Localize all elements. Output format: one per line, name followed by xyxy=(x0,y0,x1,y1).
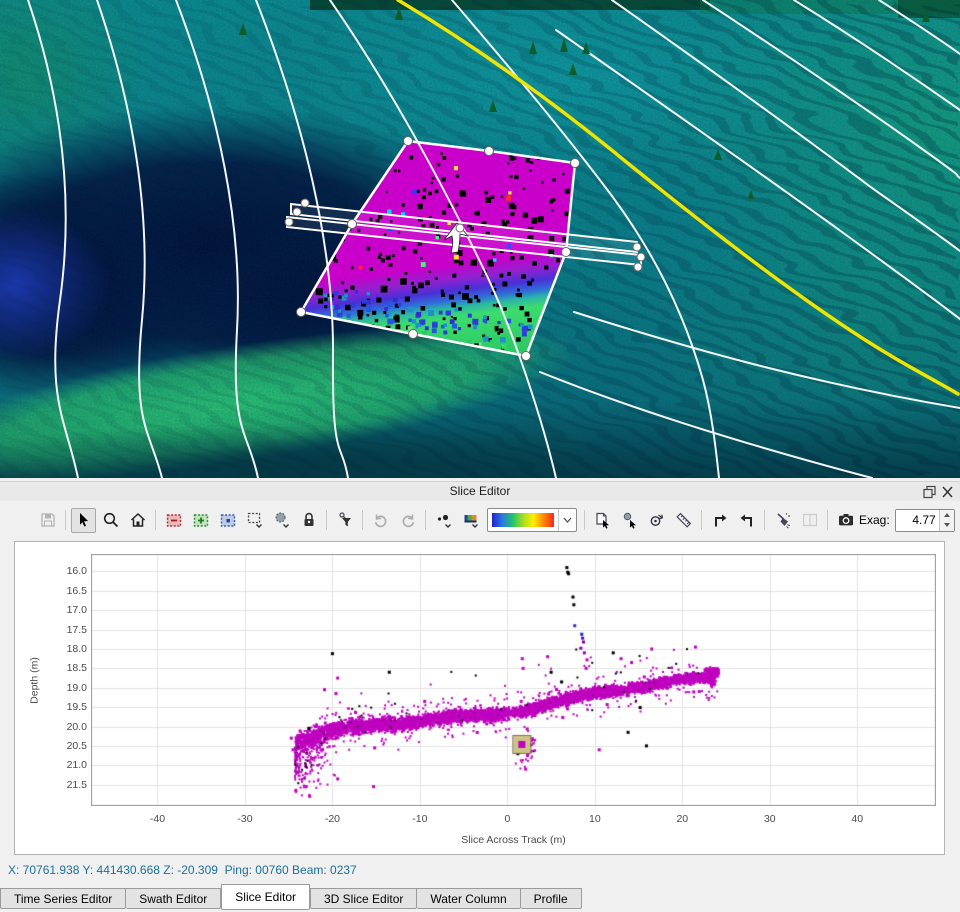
application-window: Slice Editor xyxy=(0,0,960,912)
tab-slice-editor[interactable]: Slice Editor xyxy=(221,884,310,910)
y-tick-label: 17.0 xyxy=(45,604,87,616)
x-tick-label: -10 xyxy=(400,813,440,825)
x-tick-label: 30 xyxy=(750,813,790,825)
color-by-icon[interactable] xyxy=(458,508,483,533)
lock-icon[interactable] xyxy=(296,508,321,533)
slice-plot-panel: 16.0 16.5 17.0 17.5 18.0 18.5 19.0 19.5 20.0 20.5… xyxy=(14,541,945,855)
tab-3d-slice-editor[interactable]: 3D Slice Editor xyxy=(310,888,417,909)
y-tick-label: 18.0 xyxy=(45,643,87,655)
x-tick-label: -30 xyxy=(225,813,265,825)
close-icon[interactable] xyxy=(939,484,956,500)
x-tick-label: -20 xyxy=(312,813,352,825)
measure-icon[interactable] xyxy=(671,508,696,533)
save-icon[interactable] xyxy=(35,508,60,533)
lasso-select-icon[interactable] xyxy=(269,508,294,533)
zoom-icon[interactable] xyxy=(98,508,123,533)
x-axis-title: Slice Across Track (m) xyxy=(91,834,936,846)
exag-input[interactable] xyxy=(896,510,939,531)
undo-icon[interactable] xyxy=(368,508,393,533)
y-tick-label: 17.5 xyxy=(45,624,87,636)
y-tick-label: 21.5 xyxy=(45,779,87,791)
colormap-dropdown-arrow[interactable] xyxy=(558,509,576,531)
bathymetry-3d-scene xyxy=(0,0,960,478)
accept-inside-icon[interactable] xyxy=(188,508,213,533)
tab-time-series-editor[interactable]: Time Series Editor xyxy=(0,888,126,909)
x-tick-label: 20 xyxy=(662,813,702,825)
x-tick-label: -40 xyxy=(137,813,177,825)
tab-swath-editor[interactable]: Swath Editor xyxy=(126,888,221,909)
home-icon[interactable] xyxy=(125,508,150,533)
3d-view[interactable] xyxy=(0,0,960,478)
cursor-status-readout: X: 70761.938 Y: 441430.668 Z: -20.309 Pi… xyxy=(8,863,357,877)
panel-title: Slice Editor xyxy=(0,484,960,498)
y-tick-label: 19.5 xyxy=(45,701,87,713)
pick-point-icon[interactable] xyxy=(617,508,642,533)
tab-profile[interactable]: Profile xyxy=(521,888,582,909)
rainbow-colormap-swatch xyxy=(492,513,554,527)
exag-spin-down[interactable] xyxy=(940,520,954,531)
y-axis-title: Depth (m) xyxy=(29,631,42,731)
select-inside-icon[interactable] xyxy=(215,508,240,533)
exag-spinbox[interactable] xyxy=(895,509,955,532)
redo-icon[interactable] xyxy=(395,508,420,533)
clean-sweep-icon[interactable] xyxy=(770,508,795,533)
flag-forward-icon[interactable] xyxy=(707,508,732,533)
exag-spin-up[interactable] xyxy=(940,510,954,521)
exaggeration-control: Exag: i xyxy=(859,508,960,533)
x-tick-label: 10 xyxy=(575,813,615,825)
pick-document-icon[interactable] xyxy=(590,508,615,533)
float-panel-icon[interactable] xyxy=(921,484,938,500)
x-tick-label: 40 xyxy=(837,813,877,825)
rotate-about-point-icon[interactable] xyxy=(644,508,669,533)
reject-outside-icon[interactable] xyxy=(161,508,186,533)
slice-scatter-plot[interactable] xyxy=(91,554,936,806)
x-tick-label: 0 xyxy=(487,813,527,825)
y-tick-label: 20.5 xyxy=(45,740,87,752)
flag-backward-icon[interactable] xyxy=(734,508,759,533)
y-tick-label: 21.0 xyxy=(45,759,87,771)
colormap-combobox[interactable] xyxy=(487,508,577,532)
slice-editor-toolbar: Exag: i xyxy=(0,501,960,539)
flag-filter-icon[interactable] xyxy=(332,508,357,533)
exag-spin-arrows[interactable] xyxy=(939,510,954,531)
y-tick-label: 18.5 xyxy=(45,662,87,674)
exag-label: Exag: xyxy=(859,513,890,527)
editor-tabbar: Time Series Editor Swath Editor Slice Ed… xyxy=(0,884,960,912)
y-tick-label: 20.0 xyxy=(45,721,87,733)
split-view-icon[interactable] xyxy=(797,508,822,533)
point-display-icon[interactable] xyxy=(431,508,456,533)
panel-titlebar[interactable]: Slice Editor xyxy=(0,481,960,502)
select-cursor-icon[interactable] xyxy=(71,508,96,533)
tab-water-column[interactable]: Water Column xyxy=(417,888,520,909)
y-tick-label: 16.0 xyxy=(45,565,87,577)
snapshot-camera-icon[interactable] xyxy=(833,508,858,533)
rectangle-select-icon[interactable] xyxy=(242,508,267,533)
y-tick-label: 16.5 xyxy=(45,585,87,597)
y-tick-label: 19.0 xyxy=(45,682,87,694)
